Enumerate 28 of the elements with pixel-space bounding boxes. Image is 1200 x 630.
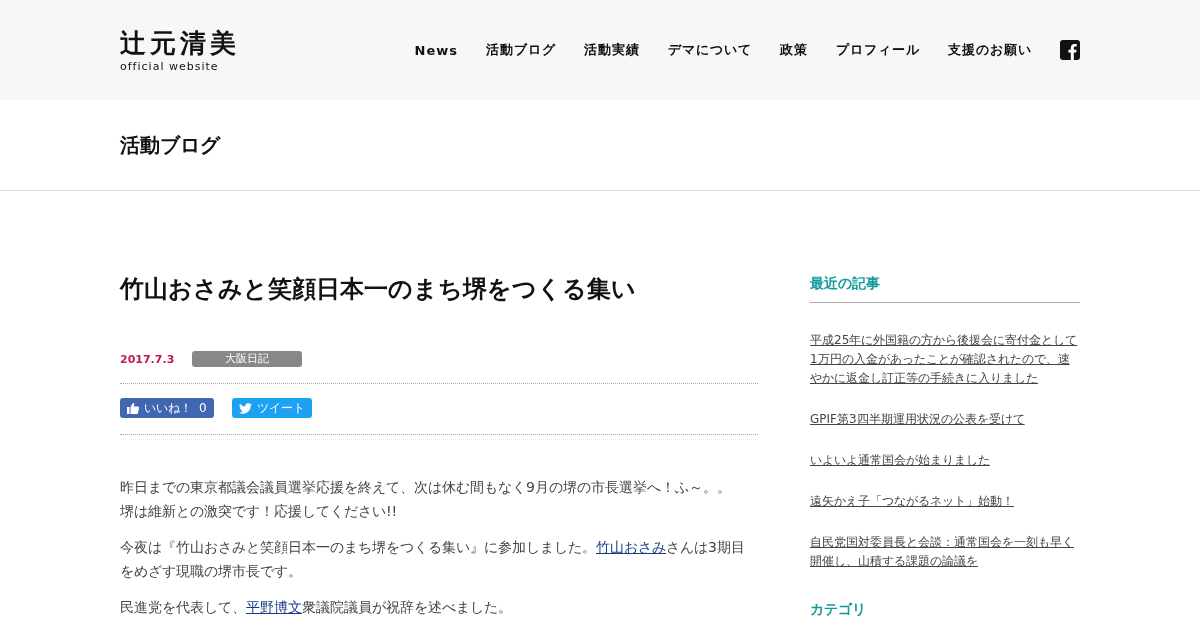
nav-link[interactable]: デマについて bbox=[668, 41, 752, 59]
site-logo[interactable]: 辻元清美 bbox=[120, 27, 240, 58]
nav-link[interactable]: News bbox=[414, 42, 458, 58]
thumbs-up-icon bbox=[127, 402, 139, 414]
page-title: 活動ブログ bbox=[120, 131, 222, 159]
recent-posts-heading: 最近の記事 bbox=[810, 269, 1080, 303]
nav-link[interactable]: プロフィール bbox=[836, 41, 920, 59]
recent-post-link[interactable]: GPIF第3四半期運用状況の公表を受けて bbox=[810, 410, 1080, 429]
text-link[interactable]: 竹山おさみ bbox=[596, 539, 666, 555]
facebook-icon[interactable] bbox=[1060, 40, 1080, 60]
recent-post-link[interactable]: 平成25年に外国籍の方から後援会に寄付金として1万円の入金があったことが確認されたので、速やかに返金し訂正等の手続きに入りました bbox=[810, 331, 1080, 388]
bird-icon bbox=[238, 402, 252, 414]
body-paragraph: 今夜は『竹山おさみと笑顔日本一のまち堺をつくる集い』に参加しました。竹山おさみ さんは3期目をめざす現職の堺市長です。 bbox=[120, 538, 746, 581]
logo-subtitle: official website bbox=[120, 59, 220, 73]
recent-post-link[interactable]: 自民党国対委員長と会談：通常国会を一刻も早く開催し、山積する課題の論議を bbox=[810, 533, 1080, 571]
body-paragraph: 民進党を代表して、平野博文衆議院議員が祝辞を述べました。 bbox=[120, 598, 513, 617]
like-button[interactable]: いいね！ 0 bbox=[120, 398, 214, 418]
category-heading: カテゴリ bbox=[810, 601, 867, 619]
recent-post-link[interactable]: いよいよ通常国会が始まりました bbox=[810, 451, 1080, 470]
category-tag[interactable]: 大阪日記 bbox=[192, 351, 302, 367]
text-link[interactable]: 平野博文 bbox=[246, 599, 302, 615]
recent-post-link[interactable]: 遠矢かえ子「つながるネット」始動！ bbox=[810, 492, 1080, 511]
article-title: 竹山おさみと笑顔日本一のまち堺をつくる集い bbox=[120, 274, 637, 305]
nav-link[interactable]: 政策 bbox=[780, 41, 808, 59]
nav-link[interactable]: 活動実績 bbox=[584, 41, 640, 59]
body-paragraph: 昨日までの東京都議会議員選挙応援を終えて、次は休む間もなく9月の堺の市長選挙へ！ふ～。。 堺は維新との激突です！応援してください!! bbox=[120, 478, 732, 521]
nav-link[interactable]: 活動ブログ bbox=[486, 41, 556, 59]
nav-link[interactable]: 支援のお願い bbox=[948, 41, 1032, 59]
